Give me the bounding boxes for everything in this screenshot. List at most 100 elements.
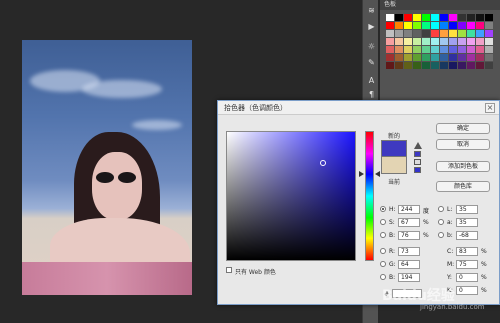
swatch[interactable] — [467, 54, 475, 61]
radio-blue[interactable] — [380, 274, 386, 280]
web-safe-swatch[interactable] — [414, 167, 421, 173]
swatch[interactable] — [386, 22, 394, 29]
swatch[interactable] — [404, 14, 412, 21]
ok-button[interactable]: 确定 — [436, 123, 490, 134]
swatch[interactable] — [431, 22, 439, 29]
swatch[interactable] — [431, 30, 439, 37]
swatch[interactable] — [476, 46, 484, 53]
swatch[interactable] — [395, 62, 403, 69]
swatch[interactable] — [476, 38, 484, 45]
input-b[interactable]: 76 — [398, 231, 420, 240]
radio-b[interactable] — [380, 232, 386, 238]
swatch[interactable] — [422, 54, 430, 61]
swatch[interactable] — [485, 38, 493, 45]
cancel-button[interactable]: 取消 — [436, 139, 490, 150]
swatch[interactable] — [431, 38, 439, 45]
adjust-icon[interactable]: ☼ — [367, 42, 376, 51]
swatch[interactable] — [458, 38, 466, 45]
swatch[interactable] — [449, 14, 457, 21]
web-only-checkbox[interactable] — [226, 267, 232, 273]
swatch[interactable] — [476, 22, 484, 29]
swatch[interactable] — [458, 62, 466, 69]
swatch[interactable] — [395, 14, 403, 21]
gamut-warning-icon[interactable] — [414, 142, 422, 149]
swatch[interactable] — [413, 54, 421, 61]
swatch[interactable] — [431, 46, 439, 53]
character-icon[interactable]: A — [367, 76, 376, 85]
swatch[interactable] — [413, 38, 421, 45]
hue-slider[interactable] — [365, 131, 374, 261]
swatch[interactable] — [440, 14, 448, 21]
swatch[interactable] — [404, 54, 412, 61]
input-l[interactable]: 35 — [456, 205, 478, 214]
swatch[interactable] — [440, 62, 448, 69]
radio-g[interactable] — [380, 261, 386, 267]
swatch[interactable] — [440, 46, 448, 53]
swatch[interactable] — [422, 30, 430, 37]
swatch[interactable] — [476, 30, 484, 37]
swatch[interactable] — [458, 46, 466, 53]
swatch[interactable] — [431, 14, 439, 21]
swatch[interactable] — [467, 46, 475, 53]
swatch[interactable] — [422, 62, 430, 69]
radio-r[interactable] — [380, 248, 386, 254]
swatches-tab[interactable]: 色板 — [380, 0, 500, 10]
history-icon[interactable]: ≋ — [367, 6, 376, 15]
swatch[interactable] — [431, 62, 439, 69]
swatch[interactable] — [467, 38, 475, 45]
input-lab-b[interactable]: -68 — [456, 231, 478, 240]
swatch[interactable] — [422, 22, 430, 29]
swatch[interactable] — [449, 54, 457, 61]
radio-s[interactable] — [380, 219, 386, 225]
swatch[interactable] — [485, 14, 493, 21]
swatch[interactable] — [404, 62, 412, 69]
swatch[interactable] — [404, 46, 412, 53]
swatch[interactable] — [413, 14, 421, 21]
swatch[interactable] — [404, 38, 412, 45]
swatch[interactable] — [386, 62, 394, 69]
input-m[interactable]: 75 — [456, 260, 478, 269]
swatch[interactable] — [485, 22, 493, 29]
swatch[interactable] — [440, 22, 448, 29]
close-icon[interactable]: × — [485, 103, 495, 113]
swatch[interactable] — [458, 14, 466, 21]
gamut-warning-swatch[interactable] — [414, 151, 421, 157]
color-field[interactable] — [226, 131, 356, 261]
swatch[interactable] — [485, 46, 493, 53]
input-k[interactable]: 0 — [456, 286, 478, 295]
swatch[interactable] — [386, 38, 394, 45]
hue-slider-arrow-right-icon[interactable] — [375, 171, 380, 177]
swatch[interactable] — [386, 30, 394, 37]
input-blue[interactable]: 194 — [398, 273, 420, 282]
input-s[interactable]: 67 — [398, 218, 420, 227]
input-a[interactable]: 35 — [456, 218, 478, 227]
swatch[interactable] — [485, 62, 493, 69]
swatch[interactable] — [413, 30, 421, 37]
swatch[interactable] — [440, 30, 448, 37]
web-safe-cube-icon[interactable] — [414, 159, 421, 165]
swatch[interactable] — [467, 22, 475, 29]
swatch[interactable] — [449, 30, 457, 37]
swatch[interactable] — [395, 46, 403, 53]
swatch[interactable] — [485, 54, 493, 61]
swatch[interactable] — [413, 22, 421, 29]
play-icon[interactable]: ▶ — [367, 22, 376, 31]
swatch-grid[interactable] — [386, 14, 494, 70]
swatch[interactable] — [476, 14, 484, 21]
current-color-swatch[interactable] — [381, 157, 407, 174]
color-field-marker[interactable] — [320, 160, 326, 166]
swatch[interactable] — [449, 46, 457, 53]
input-y[interactable]: 0 — [456, 273, 478, 282]
swatch[interactable] — [422, 14, 430, 21]
input-c[interactable]: 83 — [456, 247, 478, 256]
swatch[interactable] — [395, 30, 403, 37]
swatch[interactable] — [386, 46, 394, 53]
add-to-swatches-button[interactable]: 添加到色板 — [436, 161, 490, 172]
swatch[interactable] — [449, 62, 457, 69]
swatch[interactable] — [386, 14, 394, 21]
radio-h[interactable] — [380, 206, 386, 212]
swatch[interactable] — [449, 22, 457, 29]
swatch[interactable] — [467, 14, 475, 21]
swatch[interactable] — [413, 46, 421, 53]
swatch[interactable] — [413, 62, 421, 69]
